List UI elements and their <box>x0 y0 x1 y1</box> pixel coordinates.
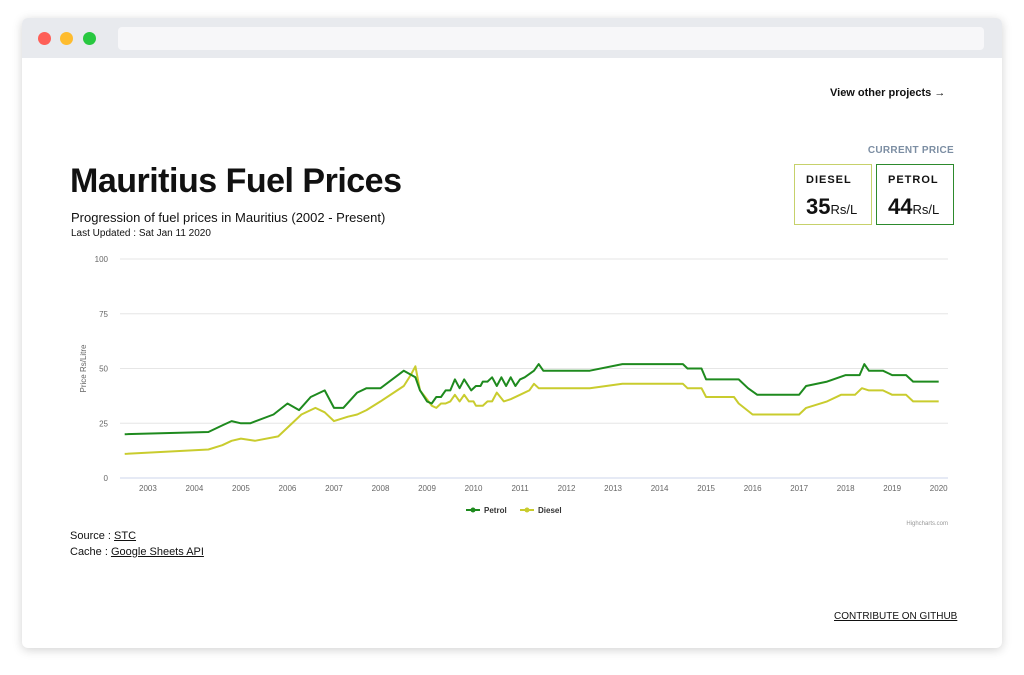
y-tick-label: 75 <box>99 310 108 319</box>
x-tick-label: 2017 <box>790 484 808 493</box>
petrol-price-card: PETROL 44Rs/L <box>876 164 954 225</box>
x-tick-label: 2011 <box>511 484 529 493</box>
y-tick-label: 0 <box>104 474 109 483</box>
cache-link[interactable]: Google Sheets API <box>111 546 204 558</box>
x-tick-label: 2016 <box>744 484 762 493</box>
last-updated-text: Last Updated : Sat Jan 11 2020 <box>71 228 211 239</box>
page-subtitle: Progression of fuel prices in Mauritius … <box>71 210 386 225</box>
petrol-price-label: PETROL <box>888 174 939 186</box>
legend-marker-diesel <box>524 507 530 513</box>
page-title: Mauritius Fuel Prices <box>70 162 402 200</box>
x-tick-label: 2008 <box>372 484 390 493</box>
x-tick-label: 2015 <box>697 484 715 493</box>
fuel-price-chart: 0 25 50 75 100 2003 2004 2005 2006 2007 2008 2009 20… <box>22 248 1002 538</box>
y-axis-label: Price Rs/Litre <box>79 344 88 393</box>
maximize-window-icon[interactable] <box>83 32 96 45</box>
x-tick-label: 2006 <box>279 484 297 493</box>
petrol-price-unit: Rs/L <box>912 202 940 217</box>
x-tick-label: 2005 <box>232 484 250 493</box>
x-tick-label: 2014 <box>651 484 669 493</box>
source-prefix: Source : <box>70 530 115 542</box>
cache-prefix: Cache : <box>70 546 111 558</box>
petrol-price-value: 44Rs/L <box>888 194 939 220</box>
y-tick-label: 100 <box>95 255 109 264</box>
address-bar[interactable] <box>118 27 984 50</box>
source-link[interactable]: STC <box>114 530 136 542</box>
y-tick-label: 50 <box>99 365 108 374</box>
cache-line: Cache : Google Sheets API <box>70 546 204 558</box>
x-tick-label: 2013 <box>604 484 622 493</box>
diesel-price-number: 35 <box>806 194 831 219</box>
x-tick-label: 2010 <box>465 484 483 493</box>
close-window-icon[interactable] <box>38 32 51 45</box>
x-tick-label: 2007 <box>325 484 343 493</box>
view-other-projects-link[interactable]: View other projects → <box>830 87 945 99</box>
x-tick-label: 2012 <box>558 484 576 493</box>
browser-titlebar <box>22 18 1002 58</box>
x-tick-label: 2018 <box>837 484 855 493</box>
minimize-window-icon[interactable] <box>60 32 73 45</box>
browser-window: View other projects → CURRENT PRICE DIES… <box>22 18 1002 648</box>
x-tick-label: 2003 <box>139 484 157 493</box>
page-content: View other projects → CURRENT PRICE DIES… <box>22 58 1002 648</box>
x-tick-label: 2020 <box>930 484 948 493</box>
github-line: CONTRIBUTE ON GITHUB <box>834 611 957 622</box>
y-tick-label: 25 <box>99 419 108 428</box>
x-tick-label: 2004 <box>186 484 204 493</box>
x-tick-label: 2019 <box>883 484 901 493</box>
diesel-price-card: DIESEL 35Rs/L <box>794 164 872 225</box>
source-line: Source : STC <box>70 530 136 542</box>
legend-marker-petrol <box>470 507 476 513</box>
petrol-price-number: 44 <box>888 194 913 219</box>
contribute-github-link[interactable]: CONTRIBUTE ON GITHUB <box>834 611 957 622</box>
chart-credit: Highcharts.com <box>906 521 948 527</box>
series-line-diesel <box>124 365 939 455</box>
diesel-price-label: DIESEL <box>806 174 852 186</box>
current-price-label: CURRENT PRICE <box>867 145 954 156</box>
diesel-price-value: 35Rs/L <box>806 194 857 220</box>
chart-svg: 0 25 50 75 100 2003 2004 2005 2006 2007 2008 2009 20… <box>79 255 948 527</box>
diesel-price-unit: Rs/L <box>830 202 858 217</box>
legend-label-petrol: Petrol <box>484 506 507 515</box>
x-tick-label: 2009 <box>418 484 436 493</box>
legend-label-diesel: Diesel <box>538 506 562 515</box>
